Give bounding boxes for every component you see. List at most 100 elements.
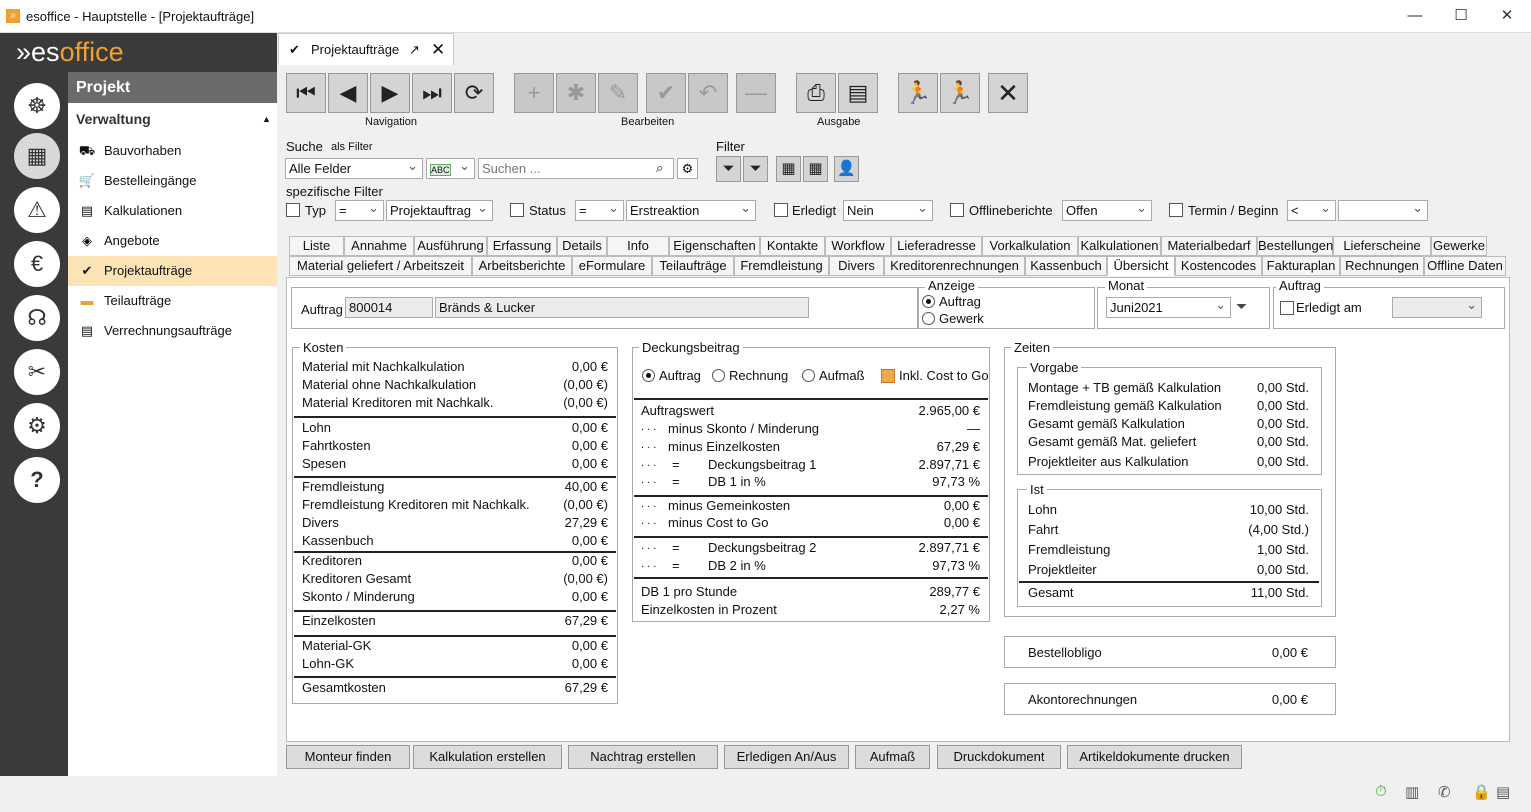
offline-value-select[interactable]: Offen bbox=[1062, 200, 1152, 221]
search-input[interactable] bbox=[478, 158, 674, 179]
nav-item-kalkulationen[interactable]: ▤ Kalkulationen bbox=[68, 196, 277, 226]
finance-icon[interactable]: € bbox=[14, 241, 60, 287]
typ-value-select[interactable]: Projektauftrag bbox=[386, 200, 493, 221]
tab-5[interactable]: Info bbox=[607, 236, 669, 256]
asterisk-new-button[interactable]: ✱ bbox=[556, 73, 596, 113]
tab2-1[interactable]: Arbeitsberichte bbox=[472, 256, 572, 276]
nav-item-projektauftraege[interactable]: ✔ Projektaufträge bbox=[68, 256, 277, 286]
filter-grid-multi-button[interactable]: ▦ bbox=[803, 156, 828, 182]
erledigt-value-select[interactable]: Nein bbox=[843, 200, 933, 221]
phone-icon[interactable]: ✆ bbox=[1438, 783, 1451, 801]
tab2-0[interactable]: Material geliefert / Arbeitszeit bbox=[289, 256, 472, 276]
tab-0[interactable]: Liste bbox=[289, 236, 344, 256]
typ-checkbox[interactable] bbox=[286, 203, 300, 217]
kalkulation-erstellen-button[interactable]: Kalkulation erstellen bbox=[413, 745, 562, 769]
tab2-4[interactable]: Fremdleistung bbox=[734, 256, 829, 276]
runner-button[interactable]: 🏃 bbox=[940, 73, 980, 113]
filter-check-button[interactable]: ⏷ bbox=[743, 156, 768, 182]
tab2-9[interactable]: Kostencodes bbox=[1175, 256, 1262, 276]
alarm-icon[interactable]: ⚠ bbox=[14, 187, 60, 233]
close-window-button[interactable]: ✕ bbox=[1487, 4, 1527, 28]
nav-item-verrechnungsauftraege[interactable]: ▤ Verrechnungsaufträge bbox=[68, 316, 277, 346]
termin-checkbox[interactable] bbox=[1169, 203, 1183, 217]
tab-13[interactable]: Bestellungen bbox=[1257, 236, 1333, 256]
document-tab[interactable]: ✔ Projektaufträge ↗ ✕ bbox=[278, 33, 454, 65]
aufmass-button[interactable]: Aufmaß bbox=[855, 745, 930, 769]
close-tab-icon[interactable]: ✕ bbox=[431, 34, 445, 66]
inkl-cost-to-go-checkbox[interactable] bbox=[881, 369, 895, 383]
minimize-button[interactable]: — bbox=[1395, 4, 1435, 28]
previous-record-button[interactable]: ◀ bbox=[328, 73, 368, 113]
search-settings-button[interactable]: ⚙ bbox=[677, 158, 698, 179]
tools-icon[interactable]: ✂ bbox=[14, 349, 60, 395]
lock-icon[interactable]: 🔒 bbox=[1472, 783, 1491, 801]
tab-8[interactable]: Workflow bbox=[825, 236, 891, 256]
tab2-12[interactable]: Offline Daten bbox=[1424, 256, 1506, 276]
search-mode-select[interactable]: ABC bbox=[426, 158, 475, 179]
termin-date-select[interactable] bbox=[1338, 200, 1428, 221]
erledigt-checkbox[interactable] bbox=[774, 203, 788, 217]
tab2-7[interactable]: Kassenbuch bbox=[1025, 256, 1107, 276]
artikeldokumente-drucken-button[interactable]: Artikeldokumente drucken bbox=[1067, 745, 1242, 769]
offline-checkbox[interactable] bbox=[950, 203, 964, 217]
settings-gears-icon[interactable]: ⚙ bbox=[14, 403, 60, 449]
tab-1[interactable]: Annahme bbox=[344, 236, 414, 256]
timer-icon[interactable]: ⏱ bbox=[1375, 783, 1387, 800]
db-auftrag-radio[interactable] bbox=[642, 369, 655, 382]
edit-pencil-button[interactable]: ✎ bbox=[598, 73, 638, 113]
dashboard-wheel-icon[interactable]: ☸ bbox=[14, 83, 60, 129]
monat-select[interactable]: Juni2021 bbox=[1106, 297, 1231, 318]
support-headset-icon[interactable]: ☊ bbox=[14, 295, 60, 341]
status-value-select[interactable]: Erstreaktion bbox=[626, 200, 756, 221]
confirm-button[interactable]: ✔ bbox=[646, 73, 686, 113]
tab2-5[interactable]: Divers bbox=[829, 256, 884, 276]
export-list-button[interactable]: ▤ bbox=[838, 73, 878, 113]
maximize-button[interactable]: ☐ bbox=[1441, 4, 1481, 28]
tab-10[interactable]: Vorkalkulation bbox=[982, 236, 1078, 256]
search-field-select[interactable]: Alle Felder bbox=[285, 158, 423, 179]
erledigt-am-date-select[interactable] bbox=[1392, 297, 1482, 318]
tab2-8[interactable]: Übersicht bbox=[1107, 256, 1175, 276]
filter-user-button[interactable]: 👤 bbox=[834, 156, 859, 182]
tab-3[interactable]: Erfassung bbox=[487, 236, 557, 256]
tab-2[interactable]: Ausführung bbox=[414, 236, 487, 256]
nav-section-verwaltung[interactable]: Verwaltung bbox=[76, 111, 151, 127]
nav-item-bestelleingaenge[interactable]: 🛒 Bestelleingänge bbox=[68, 166, 277, 196]
add-button[interactable]: + bbox=[514, 73, 554, 113]
db-aufmass-radio[interactable] bbox=[802, 369, 815, 382]
typ-operator-select[interactable]: = bbox=[335, 200, 384, 221]
help-icon[interactable]: ? bbox=[14, 457, 60, 503]
monteur-finden-button[interactable]: Monteur finden bbox=[286, 745, 410, 769]
anzeige-gewerk-radio[interactable] bbox=[922, 312, 935, 325]
tab2-2[interactable]: eFormulare bbox=[572, 256, 652, 276]
auftrag-name-field[interactable]: Bränds & Lucker bbox=[435, 297, 809, 318]
collapse-caret-icon[interactable]: ▲ bbox=[262, 114, 271, 124]
building-icon[interactable]: ▥ bbox=[1405, 783, 1419, 801]
status-checkbox[interactable] bbox=[510, 203, 524, 217]
tab-12[interactable]: Materialbedarf bbox=[1161, 236, 1257, 256]
db-rechnung-radio[interactable] bbox=[712, 369, 725, 382]
tab-11[interactable]: Kalkulationen bbox=[1078, 236, 1161, 256]
anzeige-auftrag-radio[interactable] bbox=[922, 295, 935, 308]
filter-lightning-icon[interactable]: ⏷ bbox=[1236, 298, 1247, 315]
print-button[interactable]: ⎙ bbox=[796, 73, 836, 113]
tab2-11[interactable]: Rechnungen bbox=[1340, 256, 1424, 276]
tab-15[interactable]: Gewerke bbox=[1431, 236, 1487, 256]
auftrag-number-field[interactable]: 800014 bbox=[345, 297, 433, 318]
next-record-button[interactable]: ▶ bbox=[370, 73, 410, 113]
tab-7[interactable]: Kontakte bbox=[760, 236, 825, 256]
undo-button[interactable]: ↶ bbox=[688, 73, 728, 113]
tab-9[interactable]: Lieferadresse bbox=[891, 236, 982, 256]
tab2-6[interactable]: Kreditorenrechnungen bbox=[884, 256, 1025, 276]
tab-14[interactable]: Lieferscheine bbox=[1333, 236, 1431, 256]
druckdokument-button[interactable]: Druckdokument bbox=[937, 745, 1061, 769]
tab-4[interactable]: Details bbox=[557, 236, 607, 256]
status-operator-select[interactable]: = bbox=[575, 200, 624, 221]
last-record-button[interactable]: ⏭ bbox=[412, 73, 452, 113]
erledigen-toggle-button[interactable]: Erledigen An/Aus bbox=[724, 745, 849, 769]
runner-grey-button[interactable]: 🏃 bbox=[898, 73, 938, 113]
tab2-3[interactable]: Teilaufträge bbox=[652, 256, 734, 276]
nav-item-angebote[interactable]: ◈ Angebote bbox=[68, 226, 277, 256]
delete-button[interactable]: — bbox=[736, 73, 776, 113]
tab2-10[interactable]: Fakturaplan bbox=[1262, 256, 1340, 276]
